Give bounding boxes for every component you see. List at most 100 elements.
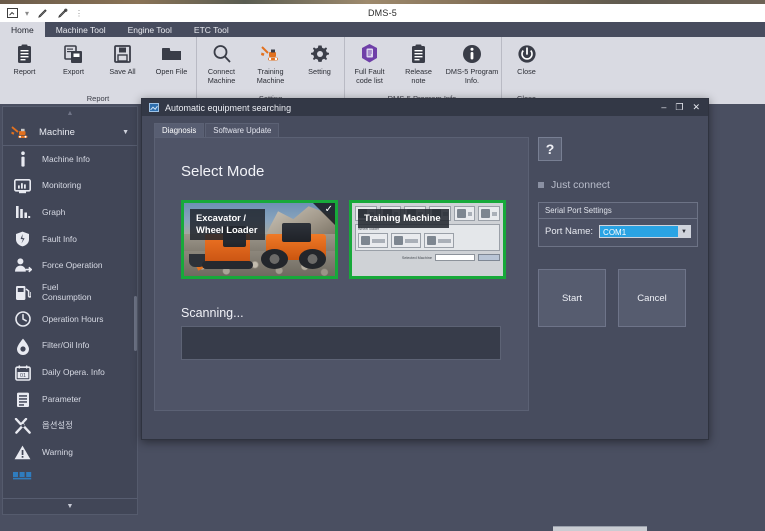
sidebar-label: 옵션설정 (42, 421, 73, 431)
sidebar-item-graph[interactable]: Graph (3, 199, 137, 226)
ribbon-group-report: Report Export Save All (0, 37, 196, 104)
dialog-title: Automatic equipment searching (165, 103, 655, 113)
chevron-down-icon[interactable]: ▼ (122, 129, 129, 136)
sidebar-item-force-operation[interactable]: Force Operation (3, 253, 137, 280)
taskbar-sliver[interactable] (553, 526, 647, 531)
excavator-icon (11, 126, 32, 140)
port-name-label: Port Name: (545, 226, 593, 237)
sidebar-item-filter-oil-info[interactable]: Filter/Oil Info (3, 333, 137, 360)
port-name-select[interactable]: COM1 ▼ (599, 225, 691, 238)
report-button[interactable]: Report (0, 40, 49, 76)
export-button[interactable]: Export (49, 40, 98, 76)
power-icon (517, 42, 537, 65)
tab-machine-tool[interactable]: Machine Tool (45, 22, 117, 37)
mode-card-list: Excavator / Wheel Loader ✓ (155, 180, 528, 279)
navigation-sidebar: ▲ Machine ▼ Machine Info (2, 106, 138, 515)
start-button[interactable]: Start (538, 269, 606, 327)
clipboard-icon (16, 42, 33, 65)
sidebar-item-fuel-consumption[interactable]: Fuel Consumption (3, 279, 137, 306)
setting-button[interactable]: Setting (295, 40, 344, 76)
setting-label: Setting (308, 67, 331, 76)
application-window: ▾ ⋮ DMS-5 Home Machine Tool Engine Tool … (0, 0, 765, 531)
release-note-label: Release note (405, 67, 432, 85)
mode-card-label: Excavator / Wheel Loader (190, 209, 265, 240)
help-button[interactable]: ? (538, 137, 562, 161)
tab-software-update[interactable]: Software Update (205, 123, 279, 137)
tab-engine-tool[interactable]: Engine Tool (117, 22, 183, 37)
tab-etc-tool[interactable]: ETC Tool (183, 22, 240, 37)
sidebar-item-warning[interactable]: Warning (3, 440, 137, 467)
sidebar-header-label: Machine (39, 127, 115, 138)
close-label: Close (517, 67, 536, 76)
full-fault-code-list-button[interactable]: Full Fault code list (345, 40, 394, 85)
maximize-button[interactable]: ❐ (675, 103, 683, 112)
tab-home[interactable]: Home (0, 22, 45, 37)
ribbon-group-close: Close Close (501, 37, 551, 104)
mode-card-excavator-wheel-loader[interactable]: Excavator / Wheel Loader ✓ (181, 200, 338, 279)
sidebar-item-operation-hours[interactable]: Operation Hours (3, 306, 137, 333)
sidebar-item-option-settings[interactable]: 옵션설정 (3, 413, 137, 440)
training-machine-label: Training Machine (257, 67, 285, 85)
sidebar-label: Force Operation (42, 261, 103, 271)
dialog-title-bar[interactable]: Automatic equipment searching – ❐ ✕ (142, 99, 708, 116)
sidebar-item-fault-info[interactable]: Fault Info (3, 226, 137, 253)
sidebar-label: Monitoring (42, 181, 81, 191)
open-file-label: Open File (156, 67, 188, 76)
person-arrow-icon (13, 258, 32, 274)
sidebar-item-partial-next[interactable] (13, 472, 32, 480)
tab-diagnosis[interactable]: Diagnosis (154, 123, 204, 137)
sidebar-label: Operation Hours (42, 315, 103, 325)
training-machine-button[interactable]: Training Machine (246, 40, 295, 85)
sidebar-item-machine-info[interactable]: Machine Info (3, 146, 137, 173)
cancel-button[interactable]: Cancel (618, 269, 686, 327)
dms5-program-info-label: DMS-5 Program Info. (446, 67, 499, 85)
save-all-button[interactable]: Save All (98, 40, 147, 76)
info-icon (13, 151, 32, 168)
close-button[interactable]: Close (502, 40, 551, 76)
dialog-right-column: ? Just connect Serial Port Settings Port… (538, 137, 698, 327)
sidebar-label: Fault Info (42, 235, 77, 245)
tools-icon (13, 418, 32, 434)
window-title-bar: ▾ ⋮ DMS-5 (0, 4, 765, 22)
dms5-program-info-button[interactable]: DMS-5 Program Info. (443, 40, 501, 85)
sidebar-label: Warning (42, 448, 73, 458)
chevron-down-icon[interactable]: ▼ (678, 226, 690, 237)
serial-port-settings-label: Serial Port Settings (539, 203, 697, 219)
machine-list-icon (13, 472, 32, 480)
gear-icon (310, 42, 330, 65)
svg-text:01: 01 (20, 373, 26, 379)
sidebar-scrollbar-thumb[interactable] (134, 296, 137, 351)
sidebar-header-machine[interactable]: Machine ▼ (3, 120, 137, 146)
just-connect-label: Just connect (551, 179, 610, 191)
warning-triangle-icon (13, 445, 32, 460)
sidebar-label: Graph (42, 208, 65, 218)
serial-port-settings-group: Serial Port Settings Port Name: COM1 ▼ (538, 202, 698, 247)
ribbon-group-program-info: Full Fault code list Release note DMS-5 … (344, 37, 501, 104)
close-button[interactable]: ✕ (692, 103, 700, 112)
ribbon-group-setting: Connect Machine Training Machine Setting… (196, 37, 344, 104)
connect-machine-button[interactable]: Connect Machine (197, 40, 246, 85)
sidebar-collapse-up-icon[interactable]: ▲ (3, 107, 137, 120)
select-mode-panel: Select Mode (154, 137, 529, 411)
mode-card-label: Training Machine (358, 209, 449, 228)
sidebar-item-monitoring[interactable]: Monitoring (3, 173, 137, 200)
minimize-button[interactable]: – (661, 103, 666, 112)
save-all-label: Save All (109, 67, 135, 76)
just-connect-option[interactable]: Just connect (538, 179, 698, 191)
monitor-icon (13, 179, 32, 194)
checkbox-icon[interactable] (538, 182, 544, 188)
open-file-button[interactable]: Open File (147, 40, 196, 76)
dialog-body: Diagnosis Software Update Select Mode (142, 116, 708, 440)
release-note-button[interactable]: Release note (394, 40, 443, 85)
connect-machine-label: Connect Machine (208, 67, 236, 85)
window-icon (149, 103, 159, 112)
sidebar-label: Filter/Oil Info (42, 341, 89, 351)
sidebar-item-daily-opera-info[interactable]: 01 Daily Opera. Info (3, 360, 137, 387)
ribbon-tab-strip: Home Machine Tool Engine Tool ETC Tool (0, 22, 765, 37)
sidebar-scroll-down-icon[interactable]: ▼ (3, 498, 137, 514)
sidebar-item-parameter[interactable]: Parameter (3, 386, 137, 413)
sidebar-label: Fuel Consumption (42, 283, 91, 302)
release-note-icon (410, 42, 427, 65)
mode-card-training-machine[interactable]: Wheel loader Selected Mach (349, 200, 506, 279)
dialog-action-buttons: Start Cancel (538, 269, 698, 327)
